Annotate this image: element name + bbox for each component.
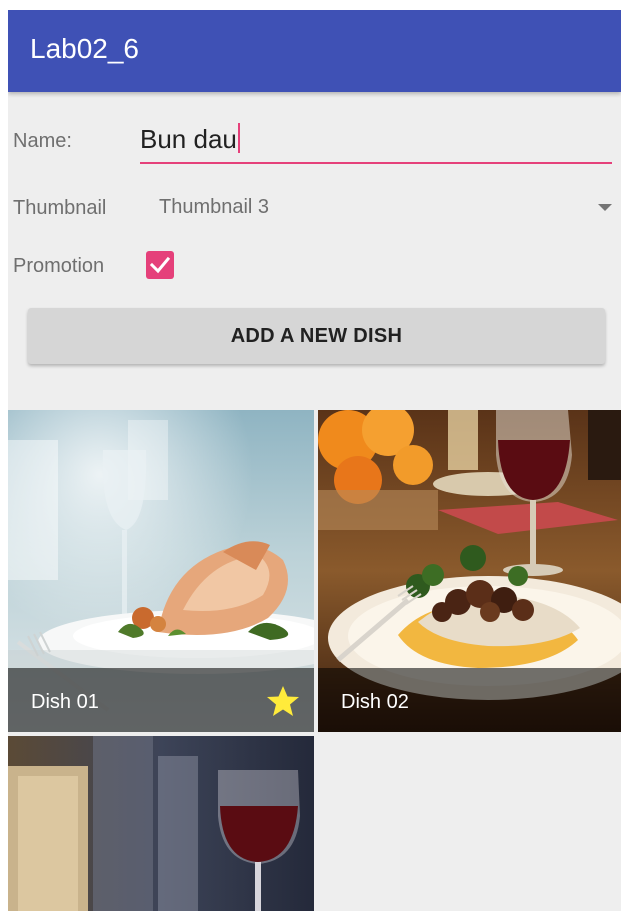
- dish-02-caption: Dish 02: [341, 691, 409, 713]
- dish-tile-3[interactable]: [8, 736, 314, 911]
- name-input[interactable]: Bun dau: [140, 122, 612, 164]
- app-screen: Lab02_6 Name: Bun dau Thumbnail Thumbnai…: [8, 10, 621, 911]
- dish-03-image: [8, 736, 314, 911]
- promotion-checkbox[interactable]: [146, 251, 174, 279]
- dish-tile-2[interactable]: Dish 02: [318, 410, 621, 732]
- promotion-label: Promotion: [13, 255, 105, 277]
- dish-tile-1[interactable]: Dish 01: [8, 410, 314, 732]
- checkmark-icon: [149, 256, 171, 274]
- name-input-value[interactable]: Bun dau: [140, 122, 240, 156]
- dropdown-arrow-icon[interactable]: [598, 204, 612, 211]
- app-title: Lab02_6: [30, 33, 140, 64]
- thumbnail-spinner[interactable]: Thumbnail 3: [156, 190, 612, 224]
- thumbnail-selected-value[interactable]: Thumbnail 3: [159, 195, 269, 219]
- add-dish-button-label: ADD A NEW DISH: [230, 324, 403, 347]
- thumbnail-label: Thumbnail: [13, 197, 107, 219]
- add-dish-button[interactable]: ADD A NEW DISH: [28, 308, 605, 364]
- dish-01-caption: Dish 01: [31, 691, 99, 713]
- app-bar: Lab02_6: [8, 10, 621, 92]
- name-label: Name:: [13, 130, 72, 152]
- promotion-star-icon: [267, 686, 299, 716]
- text-cursor: [237, 123, 240, 153]
